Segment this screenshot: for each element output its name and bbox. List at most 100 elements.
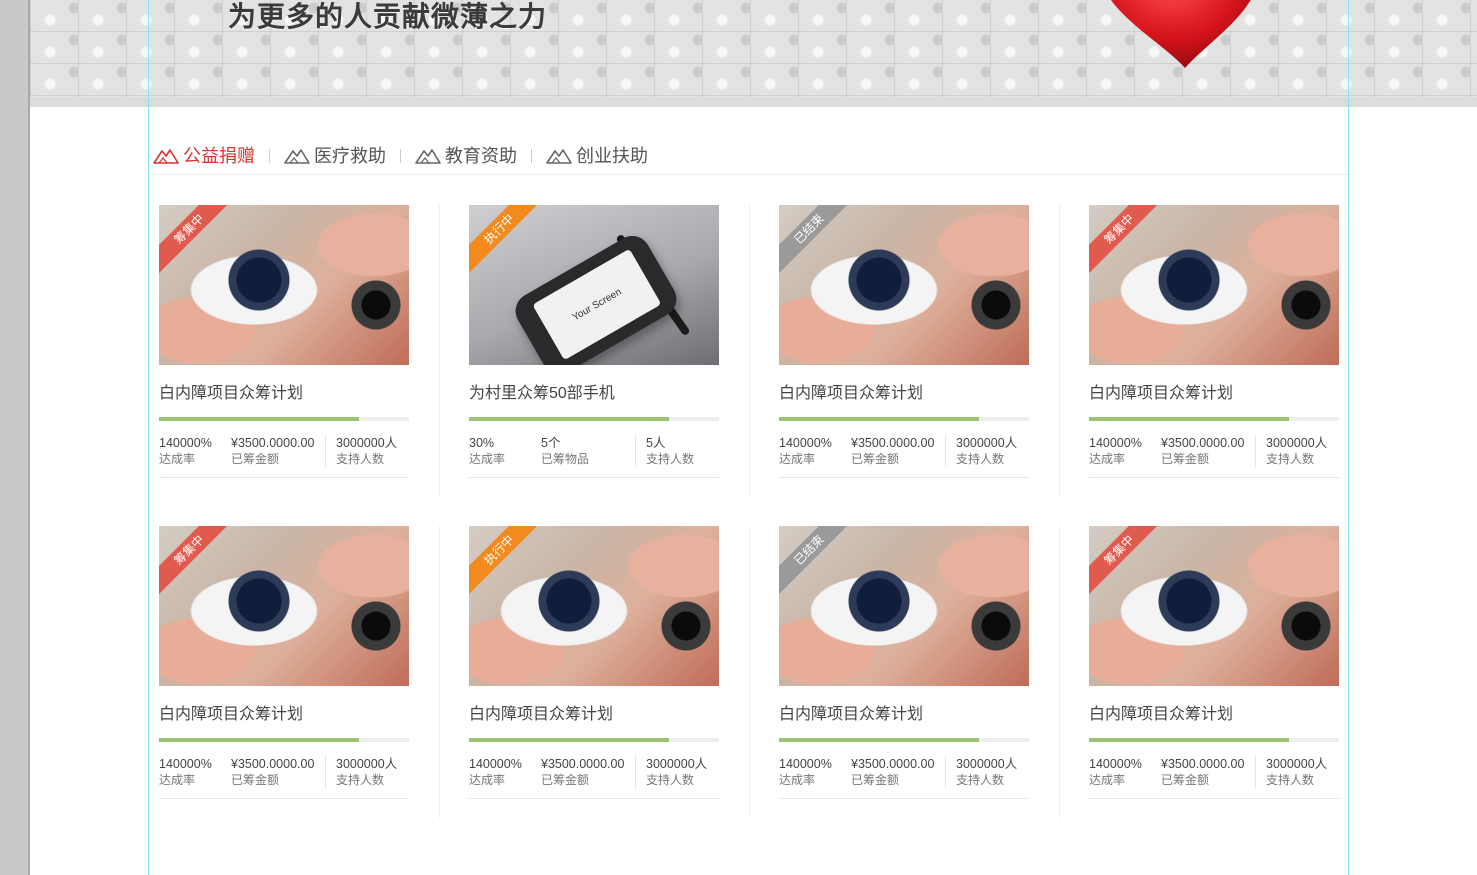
- stat-supporters: 3000000人 支持人数: [946, 756, 1017, 788]
- project-title[interactable]: 白内障项目众筹计划: [1089, 706, 1339, 724]
- stat-raised: ¥3500.0000.00 已筹金额: [1151, 435, 1256, 467]
- progress-fill: [469, 417, 669, 421]
- project-card[interactable]: 筹集中 白内障项目众筹计划 140000% 达成率 ¥3500.0000.00 已筹金额 3…: [1089, 526, 1339, 799]
- stat-supporters: 3000000人 支持人数: [326, 435, 397, 467]
- stat-rate: 140000% 达成率: [159, 756, 221, 788]
- project-stats: 140000% 达成率 ¥3500.0000.00 已筹金额 3000000人 支持人数: [159, 756, 409, 799]
- stat-label: 支持人数: [646, 452, 695, 466]
- project-title[interactable]: 白内障项目众筹计划: [159, 706, 409, 724]
- project-stats: 140000% 达成率 ¥3500.0000.00 已筹金额 3000000人 支持人数: [159, 435, 409, 478]
- card-column-separator: [1059, 526, 1060, 818]
- heart-icon: [1111, 0, 1251, 68]
- project-card[interactable]: 执行中白内障项目众筹计划 140000% 达成率 ¥3500.0000.00 已筹金额 3…: [469, 526, 719, 799]
- project-card[interactable]: 筹集中 白内障项目众筹计划 140000% 达成率 ¥3500.0000.00 已筹金额 3…: [159, 205, 409, 478]
- stat-rate: 140000% 达成率: [779, 756, 841, 788]
- stat-value: ¥3500.0000.00: [851, 436, 935, 450]
- stat-label: 支持人数: [336, 773, 385, 787]
- stat-rate: 140000% 达成率: [779, 435, 841, 467]
- stat-label: 支持人数: [956, 773, 1005, 787]
- project-thumbnail[interactable]: 筹集中: [1089, 526, 1339, 686]
- stat-label: 已筹金额: [541, 773, 590, 787]
- project-stats: 140000% 达成率 ¥3500.0000.00 已筹金额 3000000人 支持人数: [1089, 756, 1339, 799]
- mountain-icon: [546, 149, 572, 164]
- tab-2[interactable]: 医疗救助: [284, 144, 386, 168]
- project-thumbnail[interactable]: 筹集中: [1089, 205, 1339, 365]
- project-card[interactable]: 已结束 白内障项目众筹计划 140000% 达成率 ¥3500.0000.00 已筹金额 3…: [779, 205, 1029, 478]
- tab-separator: [531, 149, 532, 163]
- stat-label: 达成率: [779, 773, 816, 787]
- card-column-separator: [749, 205, 750, 497]
- project-thumbnail[interactable]: 筹集中: [159, 205, 409, 365]
- project-title[interactable]: 为村里众筹50部手机: [469, 385, 719, 403]
- stat-value: 3000000人: [956, 757, 1018, 771]
- stat-value: 3000000人: [336, 757, 398, 771]
- stat-raised: ¥3500.0000.00 已筹金额: [221, 756, 326, 788]
- project-thumbnail[interactable]: 已结束: [779, 205, 1029, 365]
- project-thumbnail[interactable]: 筹集中: [159, 526, 409, 686]
- stat-raised: ¥3500.0000.00 已筹金额: [531, 756, 636, 788]
- project-thumbnail[interactable]: Your Screen 执行中: [469, 205, 719, 365]
- progress-bar: [469, 738, 719, 742]
- stat-supporters: 3000000人 支持人数: [326, 756, 397, 788]
- tab-label: 教育资助: [445, 146, 517, 166]
- card-column-separator: [749, 526, 750, 818]
- stat-value: ¥3500.0000.00: [1161, 436, 1245, 450]
- project-stats: 140000% 达成率 ¥3500.0000.00 已筹金额 3000000人 支持人数: [779, 435, 1029, 478]
- stat-value: ¥3500.0000.00: [851, 757, 935, 771]
- stat-value: ¥3500.0000.00: [541, 757, 625, 771]
- category-tabs: 公益捐赠 医疗救助 教育资助 创业扶助: [153, 144, 648, 168]
- stat-value: ¥3500.0000.00: [231, 757, 315, 771]
- stat-raised: ¥3500.0000.00 已筹金额: [841, 756, 946, 788]
- progress-fill: [1089, 417, 1289, 421]
- stat-value: 3000000人: [1266, 436, 1328, 450]
- stat-value: 140000%: [779, 757, 832, 771]
- stat-value: 3000000人: [646, 757, 708, 771]
- stat-rate: 140000% 达成率: [469, 756, 531, 788]
- progress-bar: [779, 738, 1029, 742]
- stat-value: 5个: [541, 436, 561, 450]
- stat-supporters: 3000000人 支持人数: [1256, 435, 1327, 467]
- card-column-separator: [1059, 205, 1060, 497]
- stat-rate: 140000% 达成率: [1089, 435, 1151, 467]
- project-card[interactable]: 筹集中 白内障项目众筹计划 140000% 达成率 ¥3500.0000.00 已筹金额 3…: [159, 526, 409, 799]
- stat-rate: 140000% 达成率: [159, 435, 221, 467]
- mountain-icon: [415, 149, 441, 164]
- stat-label: 已筹金额: [1161, 773, 1210, 787]
- project-card[interactable]: 已结束 白内障项目众筹计划 140000% 达成率 ¥3500.0000.00 已筹金额 3…: [779, 526, 1029, 799]
- stat-label: 已筹物品: [541, 452, 590, 466]
- stat-label: 达成率: [1089, 773, 1126, 787]
- project-card[interactable]: 筹集中 白内障项目众筹计划 140000% 达成率 ¥3500.0000.00 已筹金额 3…: [1089, 205, 1339, 478]
- stat-value: 140000%: [159, 757, 212, 771]
- tab-1[interactable]: 公益捐赠: [153, 144, 255, 168]
- project-stats: 140000% 达成率 ¥3500.0000.00 已筹金额 3000000人 支持人数: [1089, 435, 1339, 478]
- stat-value: ¥3500.0000.00: [1161, 757, 1245, 771]
- stat-rate: 30% 达成率: [469, 435, 531, 467]
- stat-label: 支持人数: [336, 452, 385, 466]
- stat-label: 达成率: [159, 773, 196, 787]
- tab-label: 公益捐赠: [183, 146, 255, 166]
- page-gutter: [0, 0, 28, 875]
- stat-value: 140000%: [159, 436, 212, 450]
- stat-rate: 140000% 达成率: [1089, 756, 1151, 788]
- stat-label: 达成率: [159, 452, 196, 466]
- tab-3[interactable]: 教育资助: [415, 144, 517, 168]
- project-thumbnail[interactable]: 已结束: [779, 526, 1029, 686]
- project-card[interactable]: Your Screen 执行中 为村里众筹50部手机 30% 达成率 5个 已筹物品 5人 支持…: [469, 205, 719, 478]
- tab-label: 医疗救助: [314, 146, 386, 166]
- progress-fill: [1089, 738, 1289, 742]
- project-title[interactable]: 白内障项目众筹计划: [779, 706, 1029, 724]
- tab-4[interactable]: 创业扶助: [546, 144, 648, 168]
- stat-label: 达成率: [1089, 452, 1126, 466]
- hero-banner: 为更多的人贡献微薄之力: [30, 0, 1477, 97]
- guide-line-left: [148, 0, 149, 875]
- project-title[interactable]: 白内障项目众筹计划: [779, 385, 1029, 403]
- tab-label: 创业扶助: [576, 146, 648, 166]
- project-title[interactable]: 白内障项目众筹计划: [1089, 385, 1339, 403]
- progress-bar: [1089, 417, 1339, 421]
- stat-label: 达成率: [779, 452, 816, 466]
- stat-label: 达成率: [469, 773, 506, 787]
- stat-value: 140000%: [1089, 757, 1142, 771]
- project-title[interactable]: 白内障项目众筹计划: [469, 706, 719, 724]
- project-thumbnail[interactable]: 执行中: [469, 526, 719, 686]
- project-title[interactable]: 白内障项目众筹计划: [159, 385, 409, 403]
